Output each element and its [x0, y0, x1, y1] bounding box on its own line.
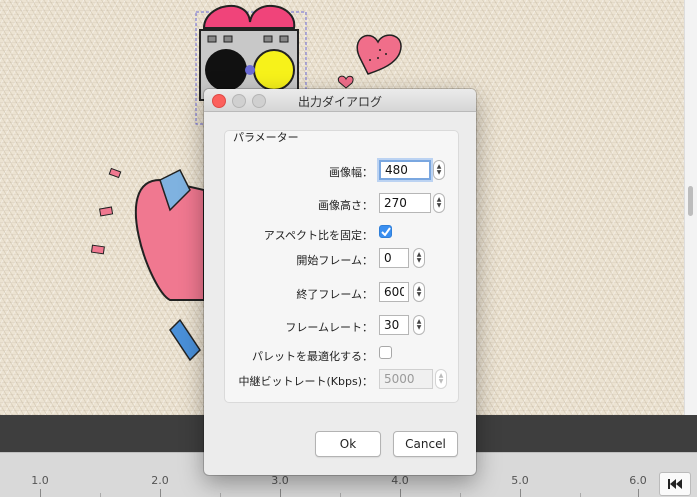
aspect-lock-label: アスペクト比を固定：: [263, 229, 373, 242]
image-width-input[interactable]: [379, 160, 431, 180]
ruler-label: 6.0: [629, 474, 647, 487]
ruler-label: 3.0: [271, 474, 289, 487]
image-width-row: 画像幅： ▲▼: [225, 160, 458, 184]
start-frame-row: 開始フレーム： ▲▼: [225, 248, 458, 272]
canvas-scrollbar[interactable]: [684, 0, 697, 415]
small-heart-art: [337, 75, 354, 89]
frame-rate-row: フレームレート： ▲▼: [225, 315, 458, 339]
checkmark-icon: [380, 227, 391, 236]
rewind-to-start-icon: [668, 479, 682, 489]
image-width-label: 画像幅：: [329, 166, 373, 179]
ruler-tick: [460, 493, 461, 497]
image-height-input[interactable]: [379, 193, 431, 213]
start-frame-input[interactable]: [379, 248, 409, 268]
group-title: パラメーター: [233, 131, 299, 144]
image-height-row: 画像高さ： ▲▼: [225, 193, 458, 217]
bitrate-stepper: ▲ ▼: [435, 369, 447, 389]
bitrate-label: 中継ビットレート(Kbps)：: [238, 375, 374, 388]
heart-art: [356, 34, 402, 75]
start-frame-label: 開始フレーム：: [296, 254, 373, 267]
ruler-label: 5.0: [511, 474, 529, 487]
optimize-palette-row: パレットを最適化する：: [225, 344, 458, 368]
end-frame-stepper[interactable]: ▲ ▼: [413, 282, 425, 302]
bitrate-input: [379, 369, 433, 389]
scrollbar-thumb[interactable]: [688, 186, 693, 216]
ruler-label: 2.0: [151, 474, 169, 487]
frame-rate-stepper[interactable]: ▲ ▼: [413, 315, 425, 335]
rewind-button[interactable]: [659, 472, 691, 496]
dialog-titlebar[interactable]: 出力ダイアログ: [204, 89, 476, 112]
pink-body-art: [90, 167, 205, 362]
frame-rate-label: フレームレート：: [285, 321, 373, 334]
optimize-palette-checkbox[interactable]: [379, 346, 392, 359]
frame-rate-input[interactable]: [379, 315, 409, 335]
bitrate-row: 中継ビットレート(Kbps)： ▲▼: [225, 369, 458, 393]
ruler-label: 1.0: [31, 474, 49, 487]
optimize-palette-label: パレットを最適化する：: [252, 350, 373, 363]
output-dialog: 出力ダイアログ パラメーター 画像幅： ▲▼ 画像高さ： ▲▼ アスペクト比を固…: [204, 89, 476, 475]
end-frame-label: 終了フレーム：: [296, 288, 373, 301]
ok-button[interactable]: Ok: [315, 431, 381, 457]
start-frame-stepper[interactable]: ▲ ▼: [413, 248, 425, 268]
ruler-tick: [220, 493, 221, 497]
image-height-stepper[interactable]: ▲ ▼: [433, 193, 445, 213]
ruler-tick: [100, 493, 101, 497]
end-frame-input[interactable]: [379, 282, 409, 302]
cancel-button[interactable]: Cancel: [393, 431, 458, 457]
dialog-title: 出力ダイアログ: [297, 95, 382, 109]
ruler-tick: [340, 493, 341, 497]
image-width-stepper[interactable]: ▲ ▼: [433, 160, 445, 180]
ruler-tick: [580, 493, 581, 497]
image-height-label: 画像高さ：: [318, 199, 373, 212]
aspect-lock-checkbox[interactable]: [379, 225, 392, 238]
end-frame-row: 終了フレーム： ▲▼: [225, 282, 458, 306]
aspect-lock-row: アスペクト比を固定：: [225, 223, 458, 247]
ruler-label: 4.0: [391, 474, 409, 487]
parameters-group: パラメーター 画像幅： ▲▼ 画像高さ： ▲▼ アスペクト比を固定： 開始フレー…: [224, 130, 459, 403]
